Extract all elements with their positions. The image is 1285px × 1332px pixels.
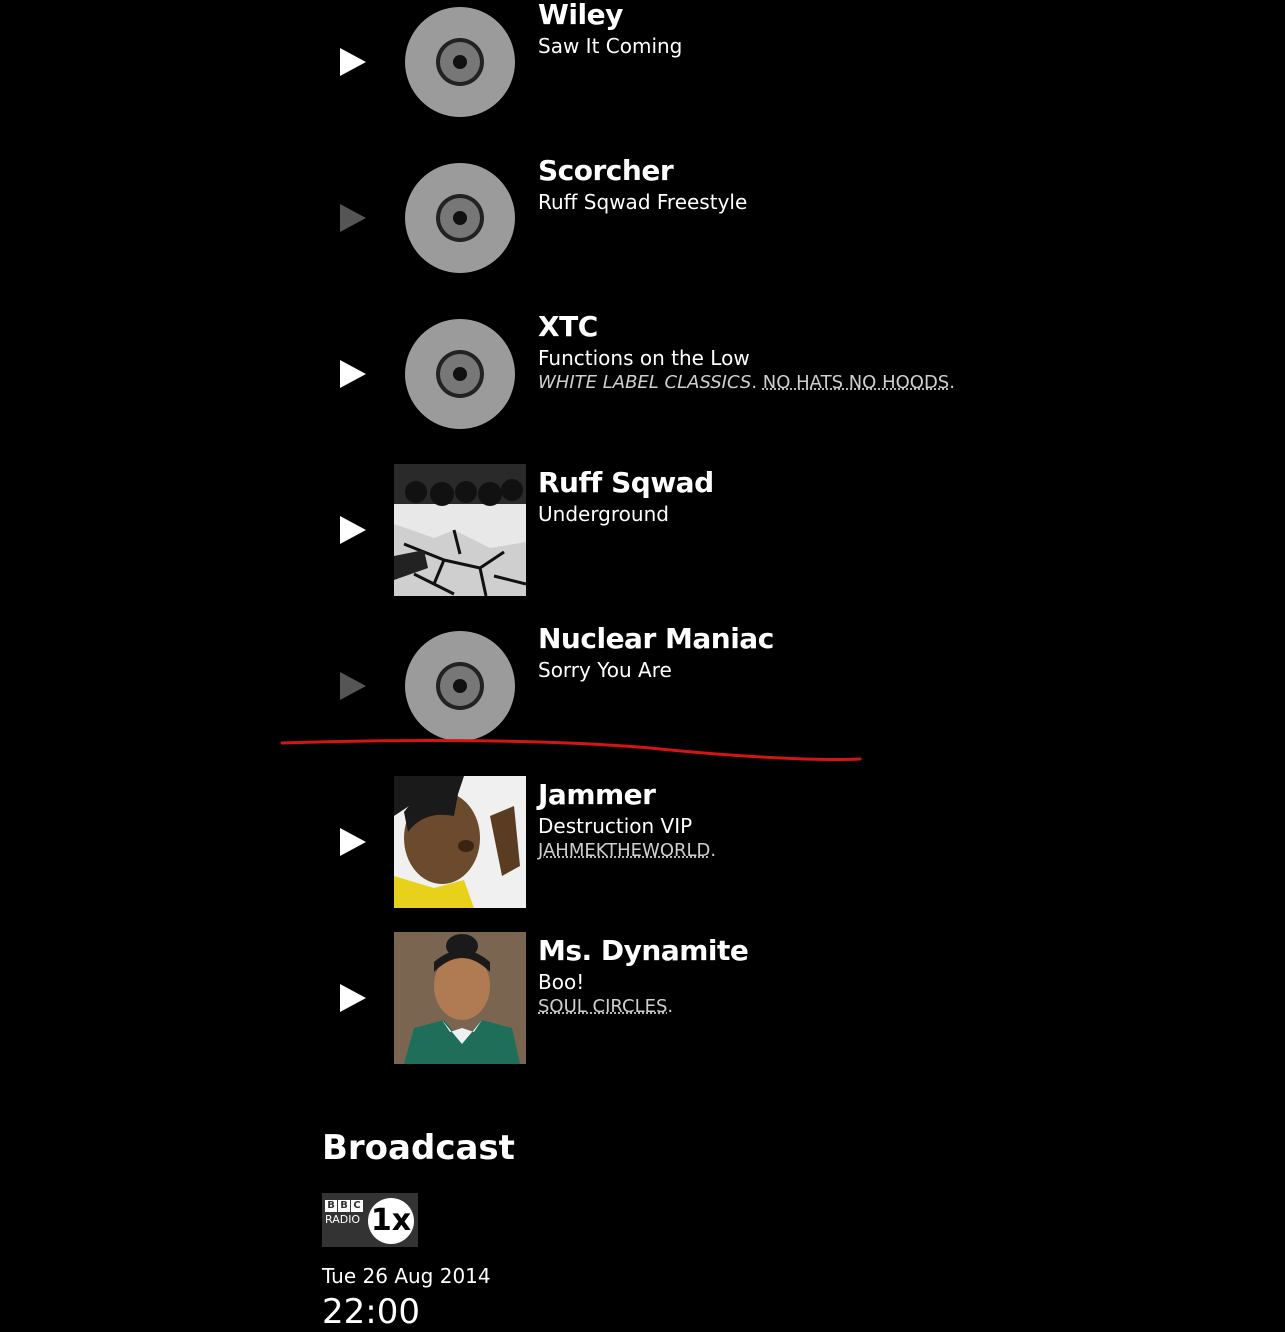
track-row: XTC Functions on the Low WHITE LABEL CLA… (0, 310, 1285, 468)
bbc-letter: B (325, 1200, 337, 1212)
track-artist[interactable]: Ms. Dynamite (538, 934, 749, 967)
station-logo[interactable]: B B C RADIO 1x (322, 1193, 418, 1247)
track-title: Boo! (538, 970, 585, 994)
track-artist[interactable]: Scorcher (538, 154, 674, 187)
artist-photo (394, 932, 526, 1064)
play-icon[interactable] (340, 360, 366, 388)
track-title: Destruction VIP (538, 814, 693, 838)
track-artist[interactable]: Jammer (538, 778, 656, 811)
track-artist[interactable]: XTC (538, 310, 598, 343)
track-row: Jammer Destruction VIP JAHMEKTHEWORLD. (0, 776, 1285, 936)
bbc-letter: C (351, 1200, 363, 1212)
track-meta: JAHMEKTHEWORLD. (538, 840, 717, 861)
track-row: Wiley Saw It Coming (0, 0, 1285, 156)
track-artist[interactable]: Wiley (538, 0, 623, 31)
track-title: Ruff Sqwad Freestyle (538, 190, 748, 214)
play-icon (340, 672, 366, 700)
track-artist[interactable]: Nuclear Maniac (538, 622, 774, 655)
play-icon[interactable] (340, 516, 366, 544)
disc-icon (405, 7, 515, 117)
label-link[interactable]: JAHMEKTHEWORLD (538, 840, 710, 861)
annotation-underline (280, 739, 862, 761)
broadcast-time: 22:00 (322, 1292, 420, 1332)
release-name: WHITE LABEL CLASSICS (538, 372, 752, 393)
play-icon[interactable] (340, 984, 366, 1012)
track-row: Ms. Dynamite Boo! SOUL CIRCLES. (0, 932, 1285, 1092)
track-row: Ruff Sqwad Underground (0, 464, 1285, 624)
label-link[interactable]: SOUL CIRCLES (538, 996, 667, 1017)
track-meta: WHITE LABEL CLASSICS. NO HATS NO HOODS. (538, 372, 955, 393)
label-link[interactable]: NO HATS NO HOODS (763, 372, 949, 393)
bbc-letter: B (338, 1200, 350, 1212)
track-title: Saw It Coming (538, 34, 683, 58)
album-cover-image (394, 464, 526, 596)
station-number: 1x (368, 1198, 414, 1244)
radio-word: RADIO (325, 1213, 361, 1226)
disc-icon (405, 319, 515, 429)
disc-icon (405, 163, 515, 273)
track-title: Underground (538, 502, 669, 526)
track-title: Sorry You Are (538, 658, 672, 682)
track-artist[interactable]: Ruff Sqwad (538, 466, 714, 499)
broadcast-heading: Broadcast (322, 1128, 515, 1168)
track-meta: SOUL CIRCLES. (538, 996, 674, 1017)
play-icon[interactable] (340, 48, 366, 76)
track-row: Scorcher Ruff Sqwad Freestyle (0, 154, 1285, 312)
track-title: Functions on the Low (538, 346, 750, 370)
play-icon[interactable] (340, 828, 366, 856)
artist-photo (394, 776, 526, 908)
play-icon (340, 204, 366, 232)
disc-icon (405, 631, 515, 741)
broadcast-date: Tue 26 Aug 2014 (322, 1264, 491, 1288)
